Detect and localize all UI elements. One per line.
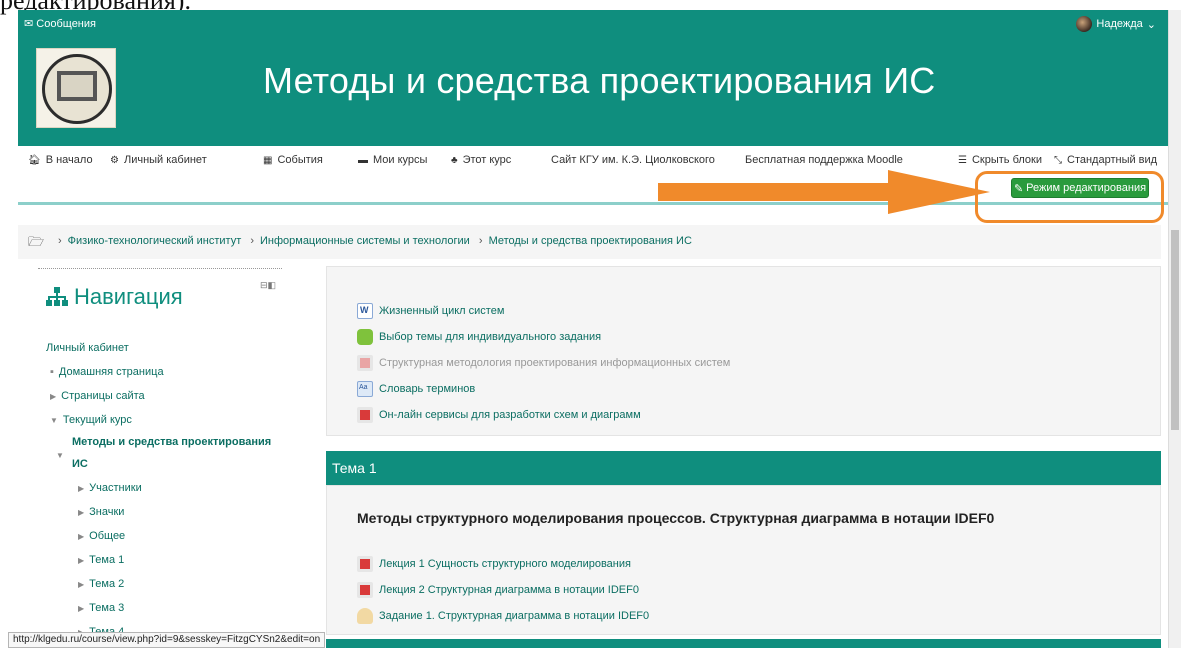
breadcrumb-department[interactable]: Информационные системы и технологии [260,235,470,247]
orange-arrow-annotation [658,170,990,214]
sitemap-icon: ♣ [451,155,458,166]
topic1-section: Методы структурного моделирования процес… [326,485,1161,635]
avatar [1076,16,1093,32]
nav-tree-topic2[interactable]: ▶ Тема 2 [78,578,124,590]
nav-events[interactable]: ▦ События [263,154,323,166]
topic1-header: Тема 1 [326,451,1161,485]
activity-glossary[interactable]: Словарь терминов [357,381,475,397]
course-content: Жизненный цикл систем Выбор темы для инд… [326,266,1161,648]
hide-blocks-link[interactable]: ☰ Скрыть блоки [958,154,1042,166]
assignment-icon [357,608,373,624]
navigation-title: Навигация [46,284,183,310]
pdf-icon [357,407,373,423]
forum-icon [357,329,373,345]
calendar-icon: ▦ [263,155,273,166]
folder-icon: 🗁 [28,234,45,249]
nav-university-site[interactable]: Сайт КГУ им. К.Э. Циолковского [551,154,715,166]
hide-blocks-icon: ☰ [958,155,967,166]
nav-my-courses[interactable]: ▬ Мои курсы [358,154,427,166]
chevron-right-icon: ▶ [78,604,85,613]
top-bar: ✉ Сообщения Надежда ⌄ [18,10,1168,38]
pdf-icon [357,355,373,371]
glossary-icon [357,381,373,397]
nav-tree-topic3[interactable]: ▶ Тема 3 [78,602,124,614]
nav-home[interactable]: 🏠︎ В начало [28,154,93,166]
nav-tree-topic1[interactable]: ▶ Тема 1 [78,554,124,566]
activity-life-cycle[interactable]: Жизненный цикл систем [357,303,504,319]
messages-label: Сообщения [36,18,96,30]
browser-page: ✉ Сообщения Надежда ⌄ Методы и средства … [18,10,1168,648]
nav-tree-course-line2[interactable]: ИС [72,458,88,470]
breadcrumb-course[interactable]: Методы и средства проектирования ИС [489,235,692,247]
activity-lecture2[interactable]: Лекция 2 Структурная диаграмма в нотации… [357,582,639,598]
chevron-down-icon: ⌄ [1146,18,1156,31]
nav-tree-home[interactable]: ▪ Домашняя страница [50,366,164,378]
breadcrumb-institute[interactable]: Физико-технологический институт [68,235,242,247]
activity-topic-choice[interactable]: Выбор темы для индивидуального задания [357,329,601,345]
chevron-right-icon: ▶ [78,532,85,541]
chevron-down-icon: ▼ [56,451,64,460]
user-name: Надежда [1096,18,1143,30]
chevron-right-icon: ▶ [78,484,85,493]
highlight-ring-annotation [975,171,1164,223]
nav-dashboard[interactable]: ⚙ Личный кабинет [110,154,207,166]
messages-link[interactable]: ✉ Сообщения [24,17,96,30]
sitemap-icon [46,287,68,307]
seal-icon [42,54,112,124]
block-controls[interactable]: ⊟◧ [260,280,276,291]
compress-icon: ⤡ [1054,155,1062,166]
chevron-right-icon: ▶ [78,508,85,517]
courses-icon: ▬ [358,155,368,166]
scrollbar-thumb[interactable] [1171,230,1179,430]
nav-tree-course[interactable]: Методы и средства проектирования [72,436,271,448]
activity-lecture1[interactable]: Лекция 1 Сущность структурного моделиров… [357,556,631,572]
envelope-icon: ✉ [24,18,34,30]
chevron-right-icon: ▶ [50,392,57,401]
chevron-down-icon: ▼ [50,416,58,425]
pdf-icon [357,556,373,572]
home-icon: 🏠︎ [28,155,41,166]
chevron-right-icon: ▶ [78,580,85,589]
nav-tree-badges[interactable]: ▶ Значки [78,506,124,518]
standard-view-link[interactable]: ⤡ Стандартный вид [1054,154,1157,166]
pdf-icon [357,582,373,598]
chevron-right-icon: ▶ [78,556,85,565]
user-menu[interactable]: Надежда ⌄ [1076,16,1156,32]
general-section: Жизненный цикл систем Выбор темы для инд… [326,266,1161,436]
activity-assignment1[interactable]: Задание 1. Структурная диаграмма в нотац… [357,608,649,624]
nav-moodle-support[interactable]: Бесплатная поддержка Moodle [745,154,903,166]
activity-online-services[interactable]: Он-лайн сервисы для разработки схем и ди… [357,407,641,423]
nav-tree-participants[interactable]: ▶ Участники [78,482,142,494]
status-bar-url: http://klgedu.ru/course/view.php?id=9&se… [8,632,326,648]
nav-this-course[interactable]: ♣ Этот курс [451,154,511,166]
dashboard-icon: ⚙ [110,155,119,166]
university-logo[interactable] [36,48,116,128]
activity-structural-methodology[interactable]: Структурная методология проектирования и… [357,355,730,371]
topic1-title: Методы структурного моделирования процес… [357,510,995,526]
nav-tree-current-course[interactable]: ▼ Текущий курс [50,414,132,426]
course-title: Методы и средства проектирования ИС [263,60,936,101]
topic2-header: а 2 [326,639,1161,648]
nav-tree-dashboard[interactable]: Личный кабинет [46,342,129,354]
nav-tree-general[interactable]: ▶ Общее [78,530,125,542]
word-document-icon [357,303,373,319]
course-header: Методы и средства проектирования ИС [18,38,1168,146]
nav-tree-site-pages[interactable]: ▶ Страницы сайта [50,390,145,402]
navigation-block: ⊟◧ Навигация Личный кабинет ▪ Домашняя ст… [38,268,288,648]
breadcrumb: 🗁 › Физико-технологический институт › Инфо… [18,225,1161,259]
